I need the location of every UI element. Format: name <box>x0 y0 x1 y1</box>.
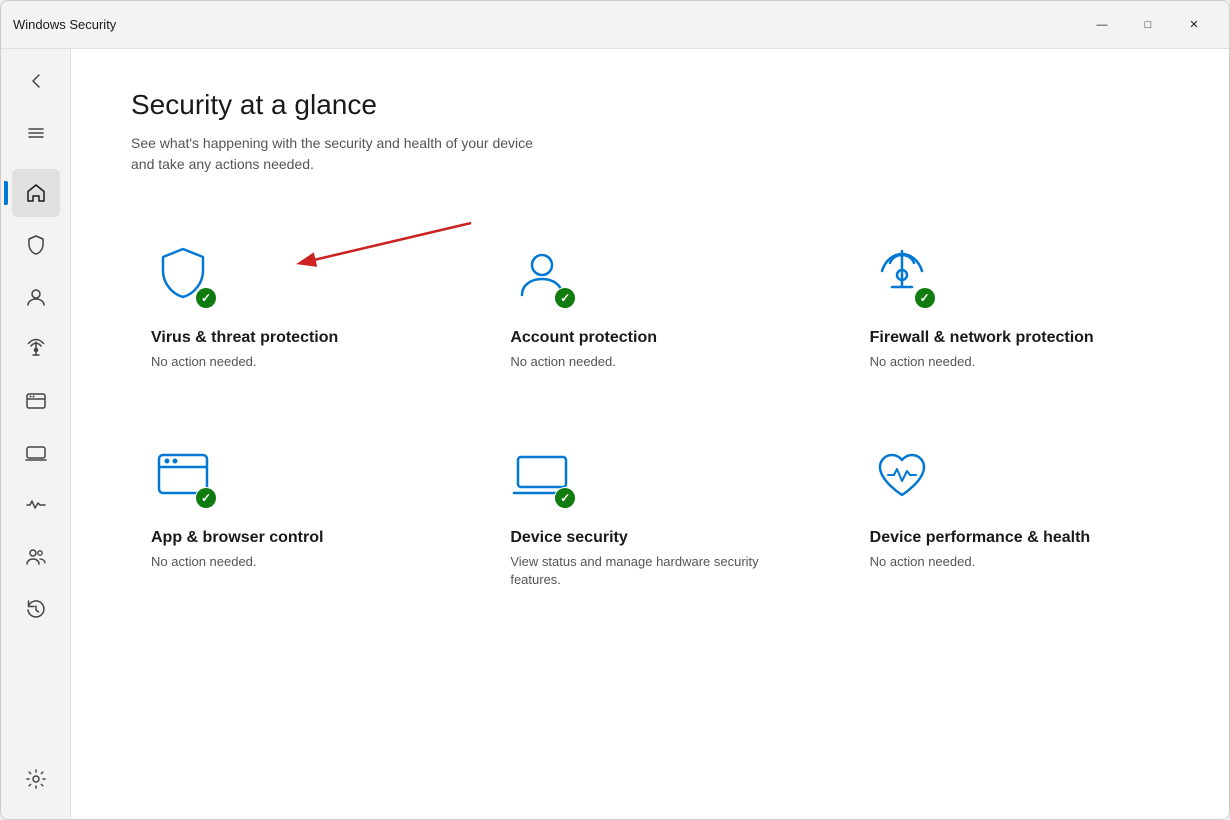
card-virus-protection[interactable]: Virus & threat protection No action need… <box>131 223 450 391</box>
check-badge <box>195 487 217 509</box>
sidebar-item-health[interactable] <box>12 481 60 529</box>
maximize-button[interactable]: □ <box>1125 9 1171 41</box>
sidebar-item-account[interactable] <box>12 273 60 321</box>
card-app-browser[interactable]: App & browser control No action needed. <box>131 423 450 609</box>
sidebar-menu-button[interactable] <box>12 109 60 157</box>
card-firewall[interactable]: Firewall & network protection No action … <box>850 223 1169 391</box>
title-bar: Windows Security — □ ✕ <box>1 1 1229 49</box>
card-title: App & browser control <box>151 528 430 549</box>
sidebar <box>1 49 71 819</box>
family-nav-icon <box>25 546 47 568</box>
card-icon-wrapper <box>510 443 574 507</box>
card-status: No action needed. <box>151 553 430 571</box>
card-status: No action needed. <box>870 553 1149 571</box>
cards-area: Virus & threat protection No action need… <box>131 223 1169 609</box>
card-title: Virus & threat protection <box>151 328 430 349</box>
sidebar-item-family[interactable] <box>12 533 60 581</box>
person-nav-icon <box>25 286 47 308</box>
window-title: Windows Security <box>13 17 1079 32</box>
shield-nav-icon <box>25 234 47 256</box>
window: Windows Security — □ ✕ <box>0 0 1230 820</box>
check-circle <box>196 288 216 308</box>
card-title: Account protection <box>510 328 789 349</box>
card-device-health[interactable]: Device performance & health No action ne… <box>850 423 1169 609</box>
sidebar-item-device[interactable] <box>12 429 60 477</box>
check-circle <box>915 288 935 308</box>
sidebar-item-settings[interactable] <box>12 755 60 803</box>
sidebar-item-browser[interactable] <box>12 377 60 425</box>
cards-grid: Virus & threat protection No action need… <box>131 223 1169 609</box>
main-layout: Security at a glance See what's happenin… <box>1 49 1229 819</box>
card-title: Device performance & health <box>870 528 1149 549</box>
sidebar-item-history[interactable] <box>12 585 60 633</box>
hamburger-icon <box>26 123 46 143</box>
check-badge <box>195 287 217 309</box>
heartbeat-icon <box>870 443 934 507</box>
card-status: No action needed. <box>870 353 1149 371</box>
window-controls: — □ ✕ <box>1079 9 1217 41</box>
check-circle <box>196 488 216 508</box>
device-nav-icon <box>25 442 47 464</box>
card-device-security[interactable]: Device security View status and manage h… <box>490 423 809 609</box>
card-title: Firewall & network protection <box>870 328 1149 349</box>
check-badge <box>914 287 936 309</box>
minimize-button[interactable]: — <box>1079 9 1125 41</box>
close-button[interactable]: ✕ <box>1171 9 1217 41</box>
sidebar-back-button[interactable] <box>12 57 60 105</box>
settings-icon <box>25 768 47 790</box>
sidebar-item-shield[interactable] <box>12 221 60 269</box>
card-account-protection[interactable]: Account protection No action needed. <box>490 223 809 391</box>
home-icon <box>25 182 47 204</box>
card-icon-wrapper <box>870 443 934 507</box>
card-icon-wrapper <box>151 243 215 307</box>
card-status: No action needed. <box>151 353 430 371</box>
card-status: No action needed. <box>510 353 789 371</box>
history-nav-icon <box>25 598 47 620</box>
sidebar-item-network[interactable] <box>12 325 60 373</box>
page-title: Security at a glance <box>131 89 1169 121</box>
network-nav-icon <box>25 338 47 360</box>
check-circle <box>555 288 575 308</box>
card-icon-wrapper <box>510 243 574 307</box>
card-title: Device security <box>510 528 789 549</box>
page-subtitle: See what's happening with the security a… <box>131 133 1169 175</box>
health-nav-icon <box>25 494 47 516</box>
card-icon-wrapper <box>870 243 934 307</box>
sidebar-item-home[interactable] <box>12 169 60 217</box>
main-content: Security at a glance See what's happenin… <box>71 49 1229 819</box>
card-status: View status and manage hardware security… <box>510 553 789 589</box>
card-icon-wrapper <box>151 443 215 507</box>
back-icon <box>26 71 46 91</box>
browser-nav-icon <box>25 390 47 412</box>
check-circle <box>555 488 575 508</box>
